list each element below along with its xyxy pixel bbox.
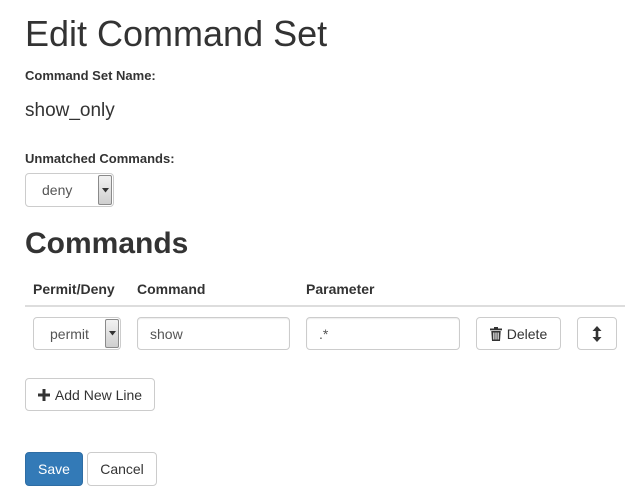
caret-down-icon[interactable] bbox=[98, 175, 112, 205]
add-new-line-button[interactable]: Add New Line bbox=[25, 378, 155, 411]
cancel-button[interactable]: Cancel bbox=[87, 452, 157, 486]
reorder-handle[interactable] bbox=[577, 317, 617, 350]
save-button[interactable]: Save bbox=[25, 452, 83, 486]
delete-button-label: Delete bbox=[506, 325, 548, 342]
table-header-divider bbox=[25, 305, 625, 307]
command-input[interactable] bbox=[137, 317, 290, 350]
column-header-parameter: Parameter bbox=[306, 281, 375, 297]
unmatched-commands-label: Unmatched Commands: bbox=[25, 151, 175, 166]
command-set-name-label: Command Set Name: bbox=[25, 68, 156, 83]
permit-deny-value: permit bbox=[50, 325, 89, 342]
vertical-resize-arrows-icon bbox=[592, 325, 602, 342]
commands-section-title: Commands bbox=[25, 227, 189, 260]
delete-button[interactable]: Delete bbox=[476, 317, 561, 350]
column-header-permit-deny: Permit/Deny bbox=[33, 281, 115, 297]
parameter-input[interactable] bbox=[306, 317, 460, 350]
unmatched-commands-select[interactable]: deny bbox=[25, 173, 114, 207]
caret-down-icon[interactable] bbox=[105, 319, 119, 348]
plus-icon bbox=[37, 388, 50, 401]
trash-icon bbox=[489, 326, 502, 341]
unmatched-commands-value: deny bbox=[42, 182, 73, 198]
command-set-name-value: show_only bbox=[25, 100, 115, 121]
column-header-command: Command bbox=[137, 281, 206, 297]
permit-deny-select[interactable]: permit bbox=[33, 317, 121, 350]
page-title: Edit Command Set bbox=[25, 13, 328, 54]
add-new-line-label: Add New Line bbox=[54, 386, 143, 403]
